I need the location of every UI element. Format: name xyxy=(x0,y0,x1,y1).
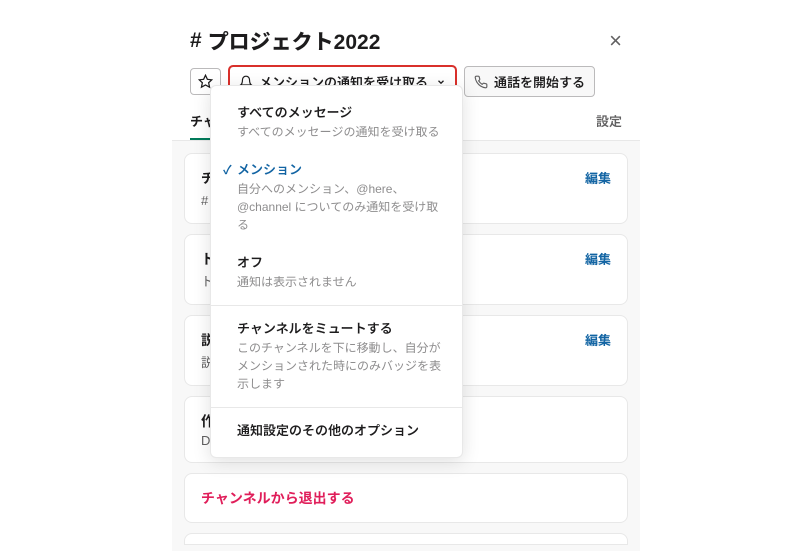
edit-link[interactable]: 編集 xyxy=(585,249,611,268)
notification-menu: すべてのメッセージ すべてのメッセージの通知を受け取る ✓ メンション 自分への… xyxy=(210,85,463,458)
menu-separator xyxy=(211,407,462,408)
phone-icon xyxy=(474,75,488,89)
check-icon: ✓ xyxy=(223,161,232,178)
modal-header: # プロジェクト2022 × xyxy=(172,12,640,66)
menu-separator xyxy=(211,305,462,306)
menu-item-title: 通知設定のその他のオプション xyxy=(237,420,444,439)
call-label: 通話を開始する xyxy=(494,72,585,91)
tab-settings[interactable]: 設定 xyxy=(596,111,622,140)
menu-item-all-messages[interactable]: すべてのメッセージ すべてのメッセージの通知を受け取る xyxy=(211,94,462,151)
menu-item-title: すべてのメッセージ xyxy=(237,102,444,121)
menu-item-desc: すべてのメッセージの通知を受け取る xyxy=(237,123,444,141)
menu-item-title: オフ xyxy=(237,252,444,271)
close-button[interactable]: × xyxy=(609,28,622,54)
menu-item-mentions[interactable]: ✓ メンション 自分へのメンション、@here、@channel についてのみ通… xyxy=(211,151,462,244)
start-call-button[interactable]: 通話を開始する xyxy=(464,66,595,97)
menu-item-mute[interactable]: チャンネルをミュートする このチャンネルを下に移動し、自分がメンションされた時に… xyxy=(211,310,462,403)
menu-item-desc: 自分へのメンション、@here、@channel についてのみ通知を受け取る xyxy=(237,180,444,234)
menu-item-desc: このチャンネルを下に移動し、自分がメンションされた時にのみバッジを表示します xyxy=(237,339,444,393)
menu-item-desc: 通知は表示されません xyxy=(237,273,444,291)
next-section-peek xyxy=(184,533,628,545)
menu-item-title: チャンネルをミュートする xyxy=(237,318,444,337)
edit-link[interactable]: 編集 xyxy=(585,330,611,349)
hash-icon: # xyxy=(190,29,202,53)
menu-item-title: メンション xyxy=(237,159,444,178)
channel-title: # プロジェクト2022 xyxy=(190,26,380,56)
leave-channel-button[interactable]: チャンネルから退出する xyxy=(184,473,628,523)
edit-link[interactable]: 編集 xyxy=(585,168,611,187)
menu-item-more-options[interactable]: 通知設定のその他のオプション xyxy=(211,412,462,449)
menu-item-off[interactable]: オフ 通知は表示されません xyxy=(211,244,462,301)
channel-name: プロジェクト2022 xyxy=(208,26,381,56)
